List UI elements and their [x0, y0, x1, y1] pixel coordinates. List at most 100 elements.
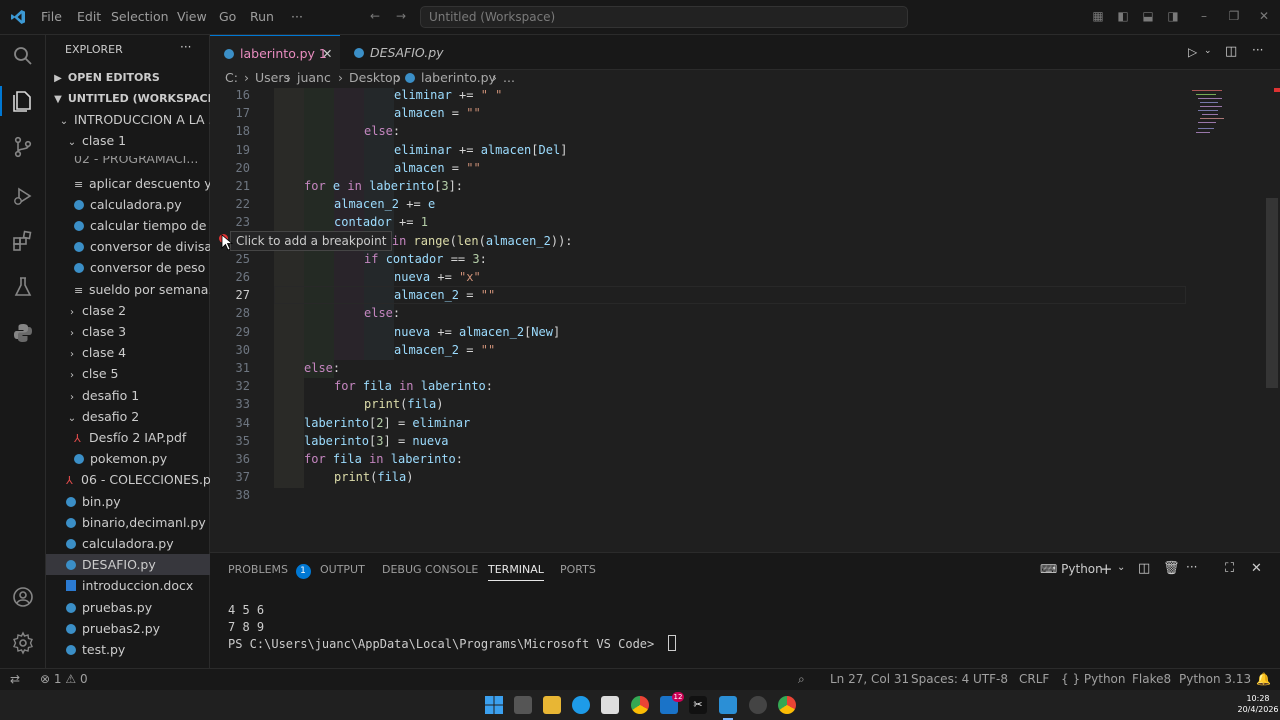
testing-flask-icon[interactable]: [11, 275, 35, 299]
code-line[interactable]: else:: [364, 306, 400, 320]
code-line[interactable]: for fila in laberinto:: [334, 379, 493, 393]
encoding[interactable]: UTF-8: [973, 672, 1008, 686]
language-mode[interactable]: { } Python: [1061, 672, 1126, 686]
menu-file[interactable]: File: [41, 9, 62, 24]
more-actions-icon[interactable]: ···: [1252, 43, 1263, 57]
layout-icon[interactable]: ▦: [1091, 9, 1105, 23]
workspace-section[interactable]: ▼ UNTITLED (WORKSPACE): [46, 88, 210, 109]
code-line[interactable]: else:: [304, 361, 340, 375]
menu-edit[interactable]: Edit: [77, 9, 101, 24]
tree-folder[interactable]: › desafio 1: [46, 385, 210, 406]
tree-file[interactable]: calculadora.py: [46, 533, 210, 554]
capcut-icon[interactable]: ✂: [689, 696, 707, 714]
tree-file[interactable]: pruebas2.py: [46, 618, 210, 639]
forward-arrow-icon[interactable]: →: [394, 9, 408, 23]
line-number[interactable]: 26: [210, 270, 250, 284]
tree-file[interactable]: binario,decimanl.py: [46, 512, 210, 533]
line-number[interactable]: 18: [210, 124, 250, 138]
code-line[interactable]: almacen_2 += e: [334, 197, 435, 211]
remote-icon[interactable]: ⇄: [10, 672, 20, 686]
line-number[interactable]: 29: [210, 325, 250, 339]
tree-file[interactable]: ≡sueldo por semana....: [46, 279, 210, 300]
breadcrumb-item[interactable]: C:: [225, 70, 238, 86]
tree-file[interactable]: pokemon.py: [46, 448, 210, 469]
tree-folder[interactable]: ⌄ INTRODUCCION A LA ...: [46, 109, 210, 130]
code-line[interactable]: almacen_2 = "": [394, 343, 495, 357]
tree-file[interactable]: test.py: [46, 639, 210, 660]
breadcrumb-item[interactable]: Desktop: [349, 70, 401, 86]
tree-file[interactable]: 02 - PROGRAMACI...: [46, 156, 210, 168]
windows-start-icon[interactable]: [485, 696, 503, 714]
new-terminal-icon[interactable]: +: [1100, 560, 1113, 578]
line-number[interactable]: 30: [210, 343, 250, 357]
line-number[interactable]: 34: [210, 416, 250, 430]
line-number[interactable]: 35: [210, 434, 250, 448]
toggle-sidebar-icon[interactable]: ◧: [1116, 9, 1130, 23]
code-editor[interactable]: 16 eliminar += " " 17 almacen = "" 18 else: 19…: [210, 88, 1280, 552]
code-line[interactable]: laberinto[2] = eliminar: [304, 416, 470, 430]
edge-icon[interactable]: [572, 696, 590, 714]
breadcrumb-item[interactable]: ...: [503, 70, 515, 86]
menu-[interactable]: ···: [291, 9, 303, 24]
minimize-icon[interactable]: –: [1197, 9, 1211, 23]
panel-more-icon[interactable]: ···: [1186, 560, 1197, 574]
tab-laberinto[interactable]: laberinto.py 1 ✕: [210, 35, 340, 70]
tree-folder[interactable]: › clase 2: [46, 300, 210, 321]
task-view-icon[interactable]: [514, 696, 532, 714]
indentation[interactable]: Spaces: 4: [911, 672, 969, 686]
line-number[interactable]: 20: [210, 161, 250, 175]
zoom-icon[interactable]: ⌕: [798, 672, 805, 687]
tree-file[interactable]: bin.py: [46, 491, 210, 512]
line-ending[interactable]: CRLF: [1019, 672, 1049, 686]
code-line[interactable]: eliminar += " ": [394, 88, 502, 102]
file-explorer-icon[interactable]: [543, 696, 561, 714]
tree-folder[interactable]: › clse 5: [46, 363, 210, 384]
linter[interactable]: Flake8: [1132, 672, 1171, 686]
line-number[interactable]: 28: [210, 306, 250, 320]
tree-folder[interactable]: › clase 3: [46, 321, 210, 342]
restore-icon[interactable]: ❐: [1227, 9, 1241, 23]
store-icon[interactable]: [601, 696, 619, 714]
tree-folder[interactable]: ⌄ desafio 2: [46, 406, 210, 427]
code-line[interactable]: almacen_2 = "": [394, 288, 495, 302]
chevron-down-icon[interactable]: ⌄: [1117, 562, 1125, 573]
line-number[interactable]: 23: [210, 215, 250, 229]
cursor-position[interactable]: Ln 27, Col 31: [830, 672, 909, 686]
explorer-files-icon[interactable]: [11, 89, 35, 113]
line-number[interactable]: 31: [210, 361, 250, 375]
python-interpreter[interactable]: Python 3.13: [1179, 672, 1251, 686]
code-line[interactable]: print(fila): [364, 397, 444, 411]
code-line[interactable]: for fila in laberinto:: [304, 452, 463, 466]
editor-scrollbar[interactable]: [1266, 198, 1278, 388]
code-line[interactable]: contador += 1: [334, 215, 428, 229]
breadcrumb-item[interactable]: laberinto.py: [421, 70, 496, 86]
tree-file[interactable]: calculadora.py: [46, 194, 210, 215]
code-line[interactable]: laberinto[3] = nueva: [304, 434, 449, 448]
chrome-profile-icon[interactable]: [778, 696, 796, 714]
run-file-icon[interactable]: ▷: [1188, 45, 1197, 59]
python-icon[interactable]: [11, 321, 35, 345]
tree-file[interactable]: ⅄ 06 - COLECCIONES.pdf: [46, 469, 210, 490]
code-line[interactable]: else:: [364, 124, 400, 138]
split-editor-icon[interactable]: ◫: [1225, 44, 1237, 59]
open-editors-section[interactable]: ▶ OPEN EDITORS: [46, 67, 210, 88]
maximize-panel-icon[interactable]: ⛶: [1225, 561, 1234, 576]
code-line[interactable]: almacen = "": [394, 106, 481, 120]
trash-icon[interactable]: 🗑: [1163, 561, 1180, 576]
line-number[interactable]: 25: [210, 252, 250, 266]
line-number[interactable]: 19: [210, 143, 250, 157]
minimap[interactable]: [1192, 88, 1278, 138]
tree-file[interactable]: DESAFIO.py: [46, 554, 210, 576]
notifications-bell-icon[interactable]: 🔔: [1256, 672, 1271, 686]
line-number[interactable]: 16: [210, 88, 250, 102]
chevron-down-icon[interactable]: ⌄: [1204, 46, 1212, 56]
line-number[interactable]: 17: [210, 106, 250, 120]
run-debug-icon[interactable]: [11, 184, 35, 208]
account-icon[interactable]: [11, 585, 35, 609]
panel-tab-debug-console[interactable]: DEBUG CONSOLE: [382, 563, 478, 576]
clock[interactable]: 10:28 20/4/2026: [1236, 693, 1280, 715]
menu-run[interactable]: Run: [250, 9, 274, 24]
tree-file[interactable]: conversor de divisa...: [46, 236, 210, 257]
panel-tab-terminal[interactable]: TERMINAL: [488, 563, 544, 581]
line-number[interactable]: 36: [210, 452, 250, 466]
